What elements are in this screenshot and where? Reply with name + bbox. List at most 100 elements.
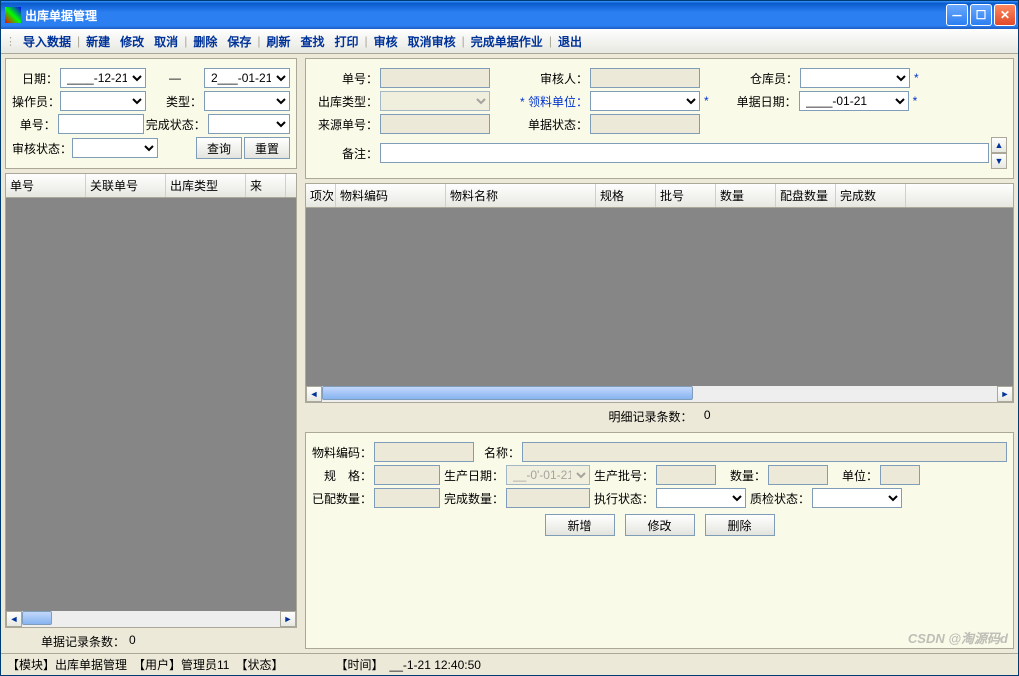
label-exec: 执行状态：: [592, 490, 654, 507]
col-数量[interactable]: 数量: [716, 184, 776, 207]
label-outtype: 出库类型：: [312, 93, 378, 110]
scroll-left-icon[interactable]: ◄: [6, 611, 22, 627]
audit-select[interactable]: [72, 138, 158, 158]
toolbar-item-7[interactable]: 查找: [295, 31, 329, 52]
label-auditor: 审核人：: [492, 70, 588, 87]
label-matno: 物料编码：: [312, 444, 372, 461]
billdate-select[interactable]: ____-01-21: [799, 91, 909, 111]
label-proddate: 生产日期：: [442, 467, 504, 484]
status-module: 【模块】出库单据管理: [7, 656, 127, 673]
close-button[interactable]: ✕: [994, 4, 1016, 26]
remark-input[interactable]: [380, 143, 989, 163]
label-billno: 单号：: [12, 116, 56, 133]
date-to[interactable]: 2___-01-21: [204, 68, 290, 88]
detail-count: 明细记录条数： 0: [301, 405, 1018, 428]
label-operator: 操作员：: [12, 93, 58, 110]
status-time: __-1-21 12:40:50: [390, 658, 481, 672]
date-from[interactable]: ____-12-21: [60, 68, 146, 88]
edit-panel: 物料编码： 名称： 规 格： 生产日期： __-0'-01-21 生产批号： 数…: [305, 432, 1014, 649]
outtype-select[interactable]: [380, 91, 490, 111]
toolbar-item-8[interactable]: 打印: [330, 31, 364, 52]
query-button[interactable]: 查询: [196, 137, 242, 159]
col-出库类型[interactable]: 出库类型: [166, 174, 246, 197]
remark-scroll-up[interactable]: ▲: [991, 137, 1007, 153]
label-assigned: 已配数量：: [312, 490, 372, 507]
detail-grid[interactable]: 项次物料编码物料名称规格批号数量配盘数量完成数 ◄ ►: [305, 183, 1014, 403]
assigned-input: [374, 488, 440, 508]
col-规格[interactable]: 规格: [596, 184, 656, 207]
statusbar: 【模块】出库单据管理 【用户】管理员11 【状态】 【时间】 __-1-21 1…: [1, 653, 1018, 675]
maximize-button[interactable]: ☐: [970, 4, 992, 26]
toolbar-item-4[interactable]: 删除: [188, 31, 222, 52]
scroll-right-icon[interactable]: ►: [280, 611, 296, 627]
col-单号[interactable]: 单号: [6, 174, 86, 197]
header-panel: 单号： 审核人： 仓库员： * 出库类型： * 领料单位： * 单据日期： __…: [305, 58, 1014, 179]
col-项次[interactable]: 项次: [306, 184, 336, 207]
bill-grid[interactable]: 单号关联单号出库类型来 ◄ ►: [5, 173, 297, 628]
remark-scroll-down[interactable]: ▼: [991, 153, 1007, 169]
toolbar-item-9[interactable]: 审核: [369, 31, 403, 52]
modify-button[interactable]: 修改: [625, 514, 695, 536]
keeper-select[interactable]: [800, 68, 910, 88]
toolbar-item-3[interactable]: 取消: [149, 31, 183, 52]
req-mark: *: [914, 71, 919, 85]
spec-input: [374, 465, 440, 485]
toolbar-item-2[interactable]: 修改: [115, 31, 149, 52]
scroll-right-icon[interactable]: ►: [997, 386, 1013, 402]
billno-input[interactable]: [58, 114, 144, 134]
lot-input: [656, 465, 716, 485]
status-user: 【用户】管理员11: [133, 656, 229, 673]
scroll-left-icon[interactable]: ◄: [306, 386, 322, 402]
date-sep: —: [148, 71, 202, 85]
doneqty-input: [506, 488, 590, 508]
label-name: 名称：: [476, 444, 520, 461]
qc-select[interactable]: [812, 488, 902, 508]
toolbar-item-1[interactable]: 新建: [81, 31, 115, 52]
toolbar-item-0[interactable]: 导入数据: [18, 31, 76, 52]
auditor-input: [590, 68, 700, 88]
qty-input: [768, 465, 828, 485]
state-input: [590, 114, 700, 134]
label-billdate: 单据日期：: [711, 93, 797, 110]
add-button[interactable]: 新增: [545, 514, 615, 536]
col-来[interactable]: 来: [246, 174, 286, 197]
col-关联单号[interactable]: 关联单号: [86, 174, 166, 197]
label-date: 日期：: [12, 70, 58, 87]
col-物料编码[interactable]: 物料编码: [336, 184, 446, 207]
col-配盘数量[interactable]: 配盘数量: [776, 184, 836, 207]
titlebar: 出库单据管理 － ☐ ✕: [1, 1, 1018, 29]
toolbar-item-12[interactable]: 退出: [553, 31, 587, 52]
type-select[interactable]: [204, 91, 290, 111]
toolbar-item-11[interactable]: 完成单据作业: [466, 31, 548, 52]
col-完成数[interactable]: 完成数: [836, 184, 906, 207]
proddate-select: __-0'-01-21: [506, 465, 590, 485]
label-state: 单据状态：: [492, 116, 588, 133]
label-keeper: 仓库员：: [702, 70, 798, 87]
toolbar-item-5[interactable]: 保存: [222, 31, 256, 52]
label-remark: 备注：: [312, 145, 378, 162]
label-uom: 单位：: [830, 467, 878, 484]
minimize-button[interactable]: －: [946, 4, 968, 26]
label-hbillno: 单号：: [312, 70, 378, 87]
name-input: [522, 442, 1007, 462]
col-批号[interactable]: 批号: [656, 184, 716, 207]
label-type: 类型：: [148, 93, 202, 110]
toolbar-item-6[interactable]: 刷新: [261, 31, 295, 52]
exec-select[interactable]: [656, 488, 746, 508]
label-finish: 完成状态：: [146, 116, 206, 133]
status-state: 【状态】: [235, 656, 283, 673]
label-srcno: 来源单号：: [312, 116, 378, 133]
col-物料名称[interactable]: 物料名称: [446, 184, 596, 207]
reset-button[interactable]: 重置: [244, 137, 290, 159]
srcno-input: [380, 114, 490, 134]
label-dept: * 领料单位：: [492, 93, 588, 110]
toolbar-item-10[interactable]: 取消审核: [403, 31, 461, 52]
operator-select[interactable]: [60, 91, 146, 111]
finish-select[interactable]: [208, 114, 290, 134]
delete-button[interactable]: 删除: [705, 514, 775, 536]
label-qty: 数量：: [718, 467, 766, 484]
app-icon: [5, 7, 21, 23]
matno-input: [374, 442, 474, 462]
hbillno-input: [380, 68, 490, 88]
dept-select[interactable]: [590, 91, 700, 111]
